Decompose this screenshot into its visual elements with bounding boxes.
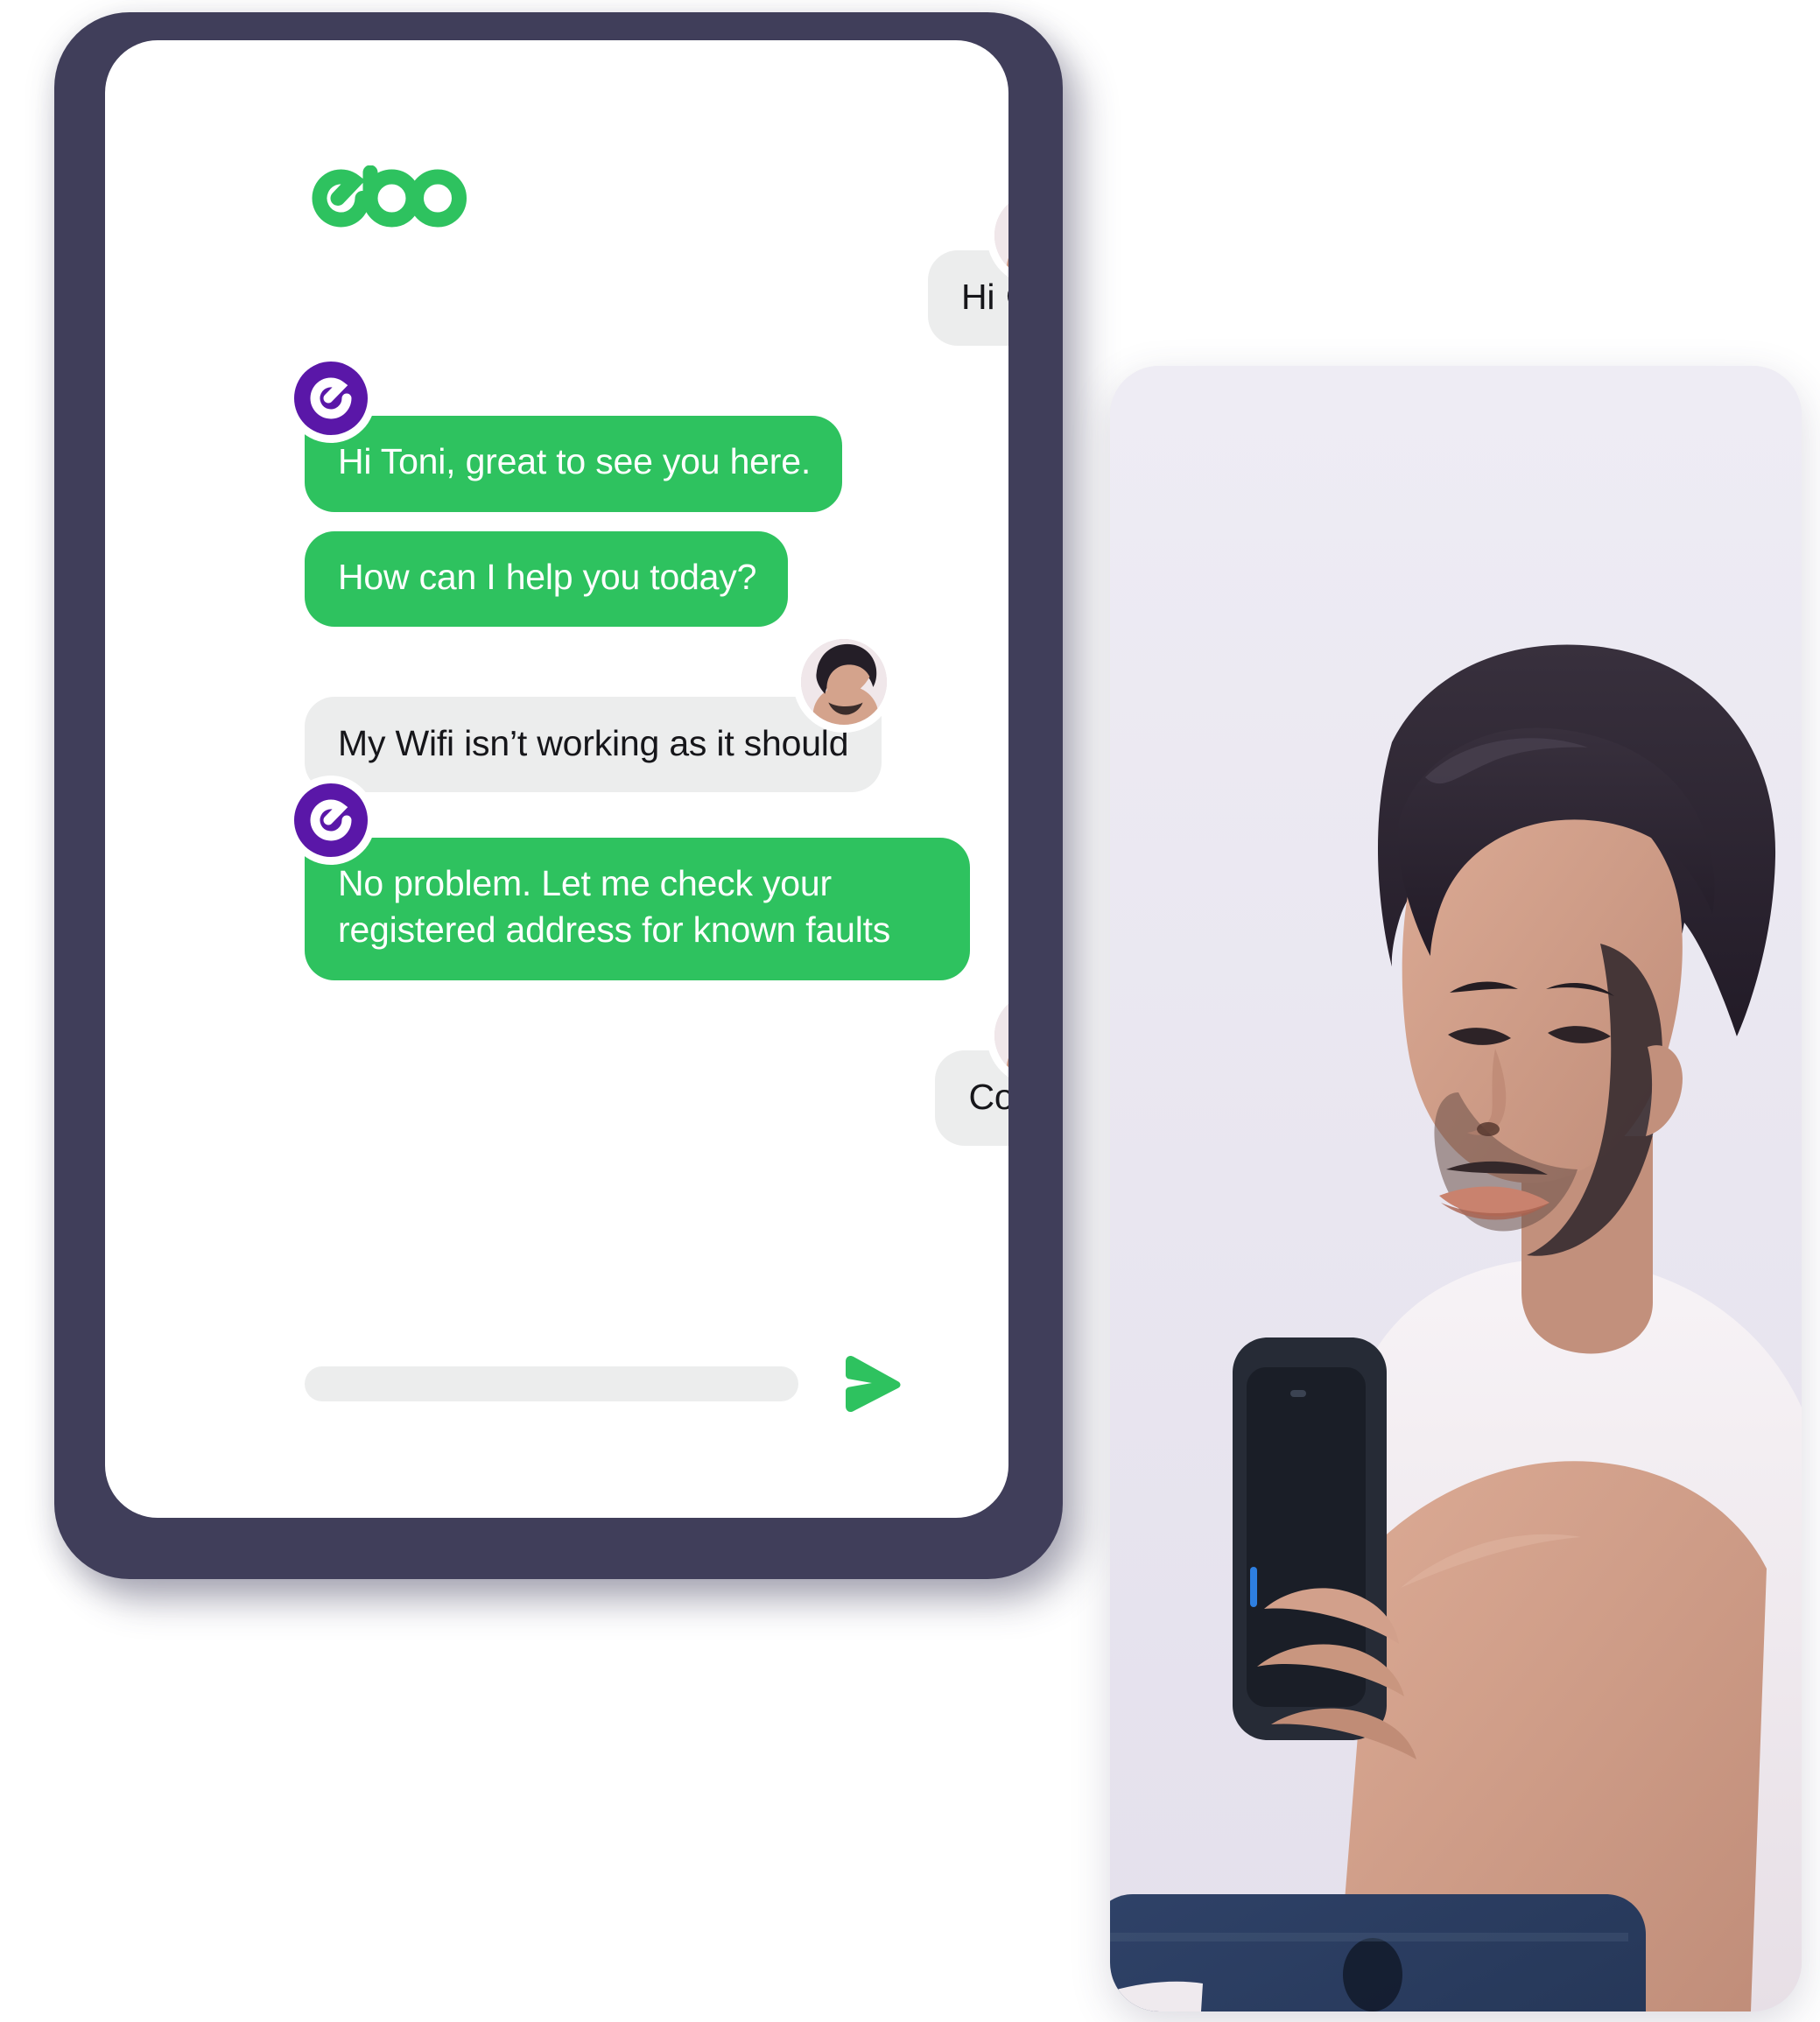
chat-message-user: My Wifi isn’t working as it should xyxy=(305,638,1008,793)
chat-bubble: Hi 😀 xyxy=(927,193,1008,347)
phone-screen: Hi 😀 xyxy=(105,40,1008,1518)
message-input[interactable] xyxy=(305,1366,798,1401)
chat-message-text: Cool xyxy=(968,1076,1008,1117)
chat-message-text: Hi Toni, great to see you here. xyxy=(338,441,812,482)
chat-bubble: No problem. Let me check your registered… xyxy=(294,783,970,980)
ebo-bot-badge xyxy=(294,783,368,858)
ebo-bot-badge xyxy=(294,362,368,436)
chat-message-bot: How can I help you today? xyxy=(305,530,1008,627)
user-avatar xyxy=(994,193,1008,278)
user-avatar xyxy=(801,638,888,725)
chat-thread: Hi 😀 xyxy=(294,193,1008,1147)
chat-bubble: Cool xyxy=(935,992,1008,1147)
chat-bubble: My Wifi isn’t working as it should xyxy=(305,638,888,793)
chat-message-bot: No problem. Let me check your registered… xyxy=(294,783,1008,980)
message-composer xyxy=(305,1355,903,1413)
send-arrow-icon[interactable] xyxy=(839,1355,903,1413)
chat-message-text: My Wifi isn’t working as it should xyxy=(338,722,849,763)
chat-message-user: Cool xyxy=(305,992,1008,1147)
phone-mockup-frame: Hi 😀 xyxy=(54,12,1063,1579)
chat-bubble: Hi Toni, great to see you here. xyxy=(294,362,843,512)
chat-message-user: Hi 😀 xyxy=(305,193,1008,347)
ebo-logo xyxy=(308,165,480,231)
chat-message-text: How can I help you today? xyxy=(338,556,757,597)
chat-message-text: Hi 😀 xyxy=(960,277,1008,317)
chat-bubble: How can I help you today? xyxy=(305,530,789,627)
chat-message-bot: Hi Toni, great to see you here. xyxy=(294,362,1008,512)
chat-message-text: No problem. Let me check your registered… xyxy=(338,863,891,951)
lifestyle-photo-card xyxy=(1110,366,1802,2011)
